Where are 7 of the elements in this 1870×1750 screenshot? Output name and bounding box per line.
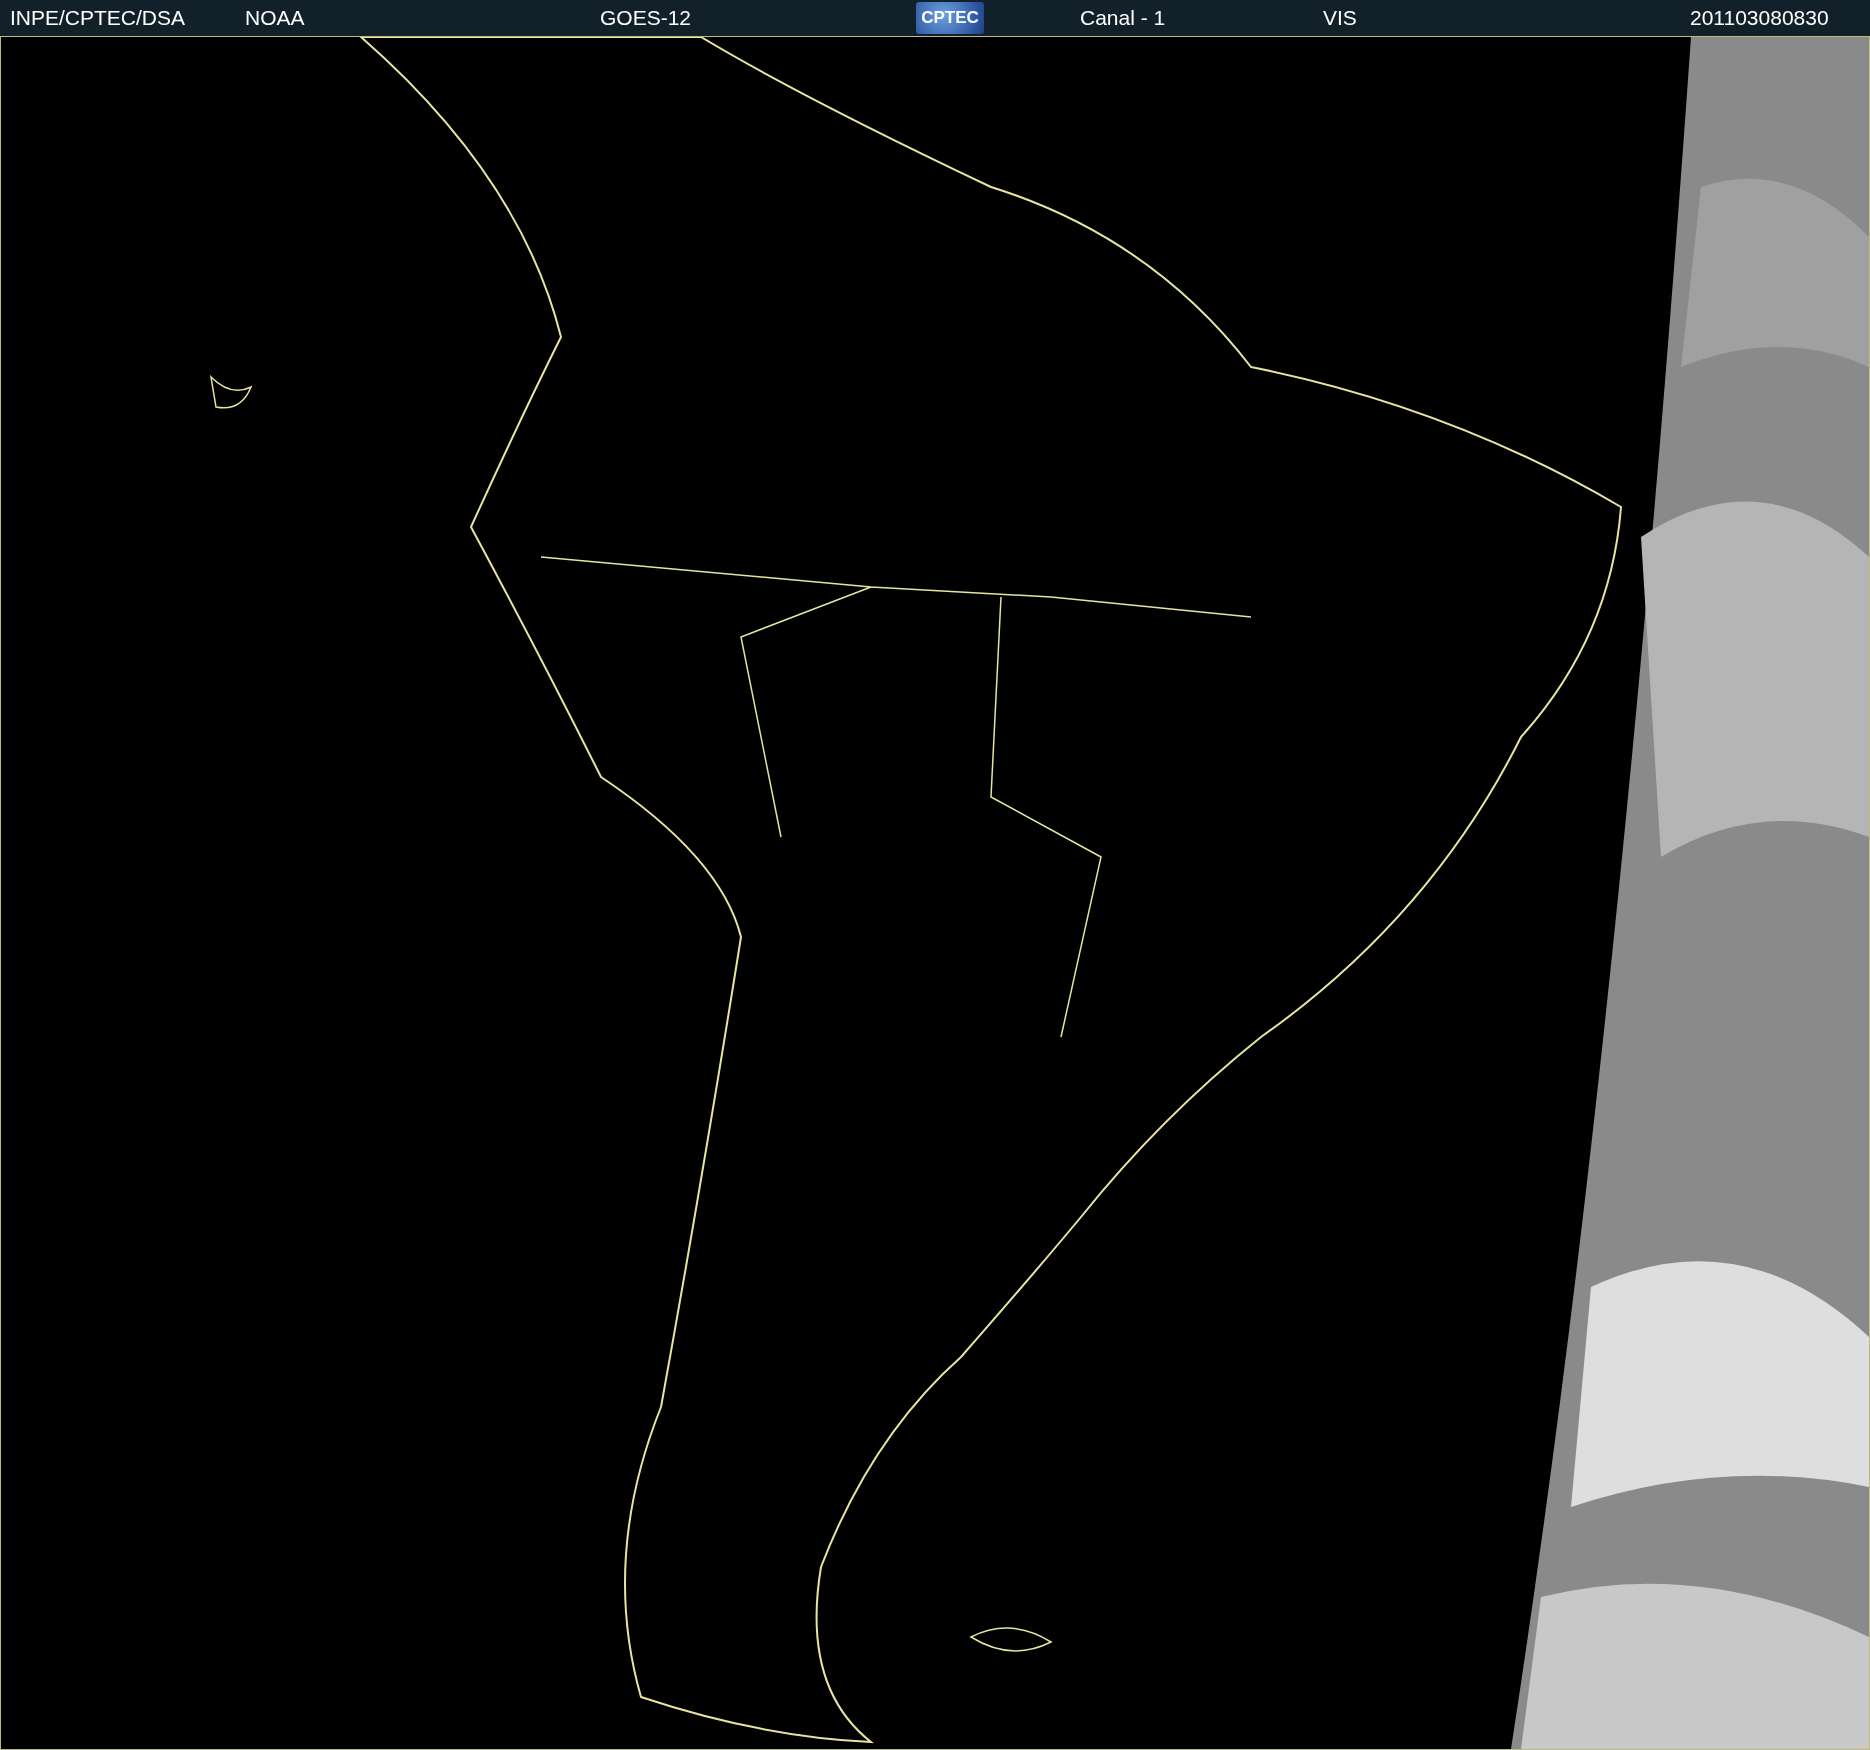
header-label: INPE/CPTEC/DSA bbox=[10, 6, 186, 30]
header-label: VIS bbox=[1323, 6, 1357, 30]
header-label: GOES-12 bbox=[600, 6, 692, 30]
header-label: NOAA bbox=[245, 6, 305, 30]
logo: CPTEC bbox=[916, 2, 984, 34]
header-label: Canal - 1 bbox=[1080, 6, 1166, 30]
header-label: 201103080830 bbox=[1690, 6, 1829, 30]
